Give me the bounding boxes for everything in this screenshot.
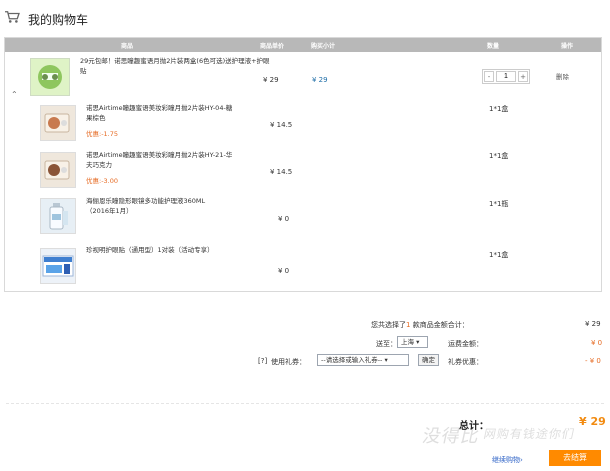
page-title: 我的购物车 (28, 13, 89, 27)
bundle-price: ¥ 29 (263, 76, 279, 84)
summary-divider (6, 403, 604, 404)
table-row: 珍视明护眼贴（通用型）1对装（活动专享） ¥ 0 1*1盒 (5, 241, 601, 299)
product-price: ¥ 0 (278, 267, 290, 275)
shipping-label: 运费金额： (448, 340, 483, 348)
product-title[interactable]: 珍视明护眼贴（通用型）1对装（活动专享） (86, 245, 256, 255)
shipping-value: ¥ 0 (591, 339, 603, 347)
cart-table: 商品 商品单价 购买小计 数量 操作 ⌃ 29元包邮！诺思瞳趣蜜语月抛2片装两盒… (4, 37, 602, 292)
shopping-cart-icon (5, 11, 20, 23)
header-actions: 操作 (561, 43, 574, 50)
product-thumbnail (40, 198, 76, 234)
bottle-icon (49, 203, 68, 230)
delete-link[interactable]: 删除 (556, 71, 569, 81)
coupon-placeholder: --请选择或输入礼券-- (321, 356, 383, 364)
dropdown-chevron-icon: ▾ (414, 338, 420, 346)
cart-table-header: 商品 商品单价 购买小计 数量 操作 (5, 38, 601, 52)
product-discount: 优惠:-3.00 (86, 177, 119, 185)
ship-to-value: 上海 (401, 338, 414, 346)
ship-to-label: 送至： (376, 340, 397, 348)
selected-total: ¥ 29 (585, 320, 601, 328)
selected-summary: 您共选择了1 款商品金额合计： (371, 320, 469, 330)
product-price: ¥ 0 (278, 215, 290, 223)
header-product: 商品 (121, 43, 134, 50)
product-discount: 优惠:-1.75 (86, 130, 119, 138)
header-quantity: 数量 (487, 43, 500, 50)
eye-patch-pack-icon (42, 255, 74, 277)
quantity-input[interactable] (496, 71, 516, 82)
quantity-stepper[interactable]: - + (482, 69, 530, 84)
lens-box-icon (44, 160, 70, 180)
product-quantity: 1*1盒 (489, 152, 509, 160)
coupon-discount-label: 礼券优惠： (448, 358, 483, 366)
product-title[interactable]: 诺思Airtime瞳趣蜜语美妆彩瞳月抛2片装HY-04-糖果棕色 (86, 103, 236, 123)
header-subtotal: 购买小计 (311, 43, 336, 50)
continue-shopping-link[interactable]: 继续购物› (492, 455, 523, 465)
continue-arrow-icon: › (520, 456, 523, 464)
coupon-select[interactable]: --请选择或输入礼券-- ▾ (317, 354, 409, 366)
header-unit-price: 商品单价 (260, 43, 285, 50)
bundle-subtotal: ¥ 29 (312, 76, 328, 84)
product-quantity: 1*1盒 (489, 251, 509, 259)
product-title[interactable]: 海俪恩乐瞳隐形眼镜多功能护理液360ML（2016年1月） (86, 196, 216, 216)
product-quantity: 1*1盒 (489, 105, 509, 113)
continue-shopping-label: 继续购物 (492, 456, 520, 464)
product-thumbnail (40, 152, 76, 188)
bundle-title[interactable]: 29元包邮！诺思瞳趣蜜语月抛2片装两盒(6色可选)送护理液+护眼贴 (80, 56, 270, 76)
product-thumbnail (40, 248, 76, 284)
coupon-discount-value: - ¥ 0 (585, 357, 601, 365)
decrease-quantity-button[interactable]: - (484, 71, 494, 82)
selected-suffix: 款商品金额合计： (410, 321, 469, 329)
coupon-label: 使用礼券： (271, 358, 306, 366)
dropdown-chevron-icon: ▾ (382, 356, 388, 364)
product-price: ¥ 14.5 (270, 121, 293, 129)
collapse-caret-icon[interactable]: ⌃ (11, 90, 19, 99)
lens-box-icon (44, 113, 70, 133)
total-label: 总计： (459, 421, 489, 432)
product-quantity: 1*1瓶 (489, 200, 509, 208)
product-title[interactable]: 诺思Airtime瞳趣蜜语美妆彩瞳月抛2片装HY-21-华夫巧克力 (86, 150, 236, 170)
product-thumbnail (40, 105, 76, 141)
ship-to-select[interactable]: 上海 ▾ (397, 336, 428, 348)
watermark-right: 网购有钱途你们 (482, 427, 577, 441)
bundle-image-icon (31, 59, 69, 95)
selected-prefix: 您共选择了 (371, 321, 406, 329)
checkout-button[interactable]: 去结算 (549, 450, 601, 466)
total-value: ¥ 29 (579, 415, 606, 428)
coupon-help-icon[interactable]: [?] (258, 357, 267, 365)
product-price: ¥ 14.5 (270, 168, 293, 176)
confirm-coupon-button[interactable]: 确定 (418, 354, 439, 366)
cart-header: 我的购物车 (4, 8, 224, 30)
increase-quantity-button[interactable]: + (518, 71, 528, 82)
bundle-thumbnail (30, 58, 70, 96)
